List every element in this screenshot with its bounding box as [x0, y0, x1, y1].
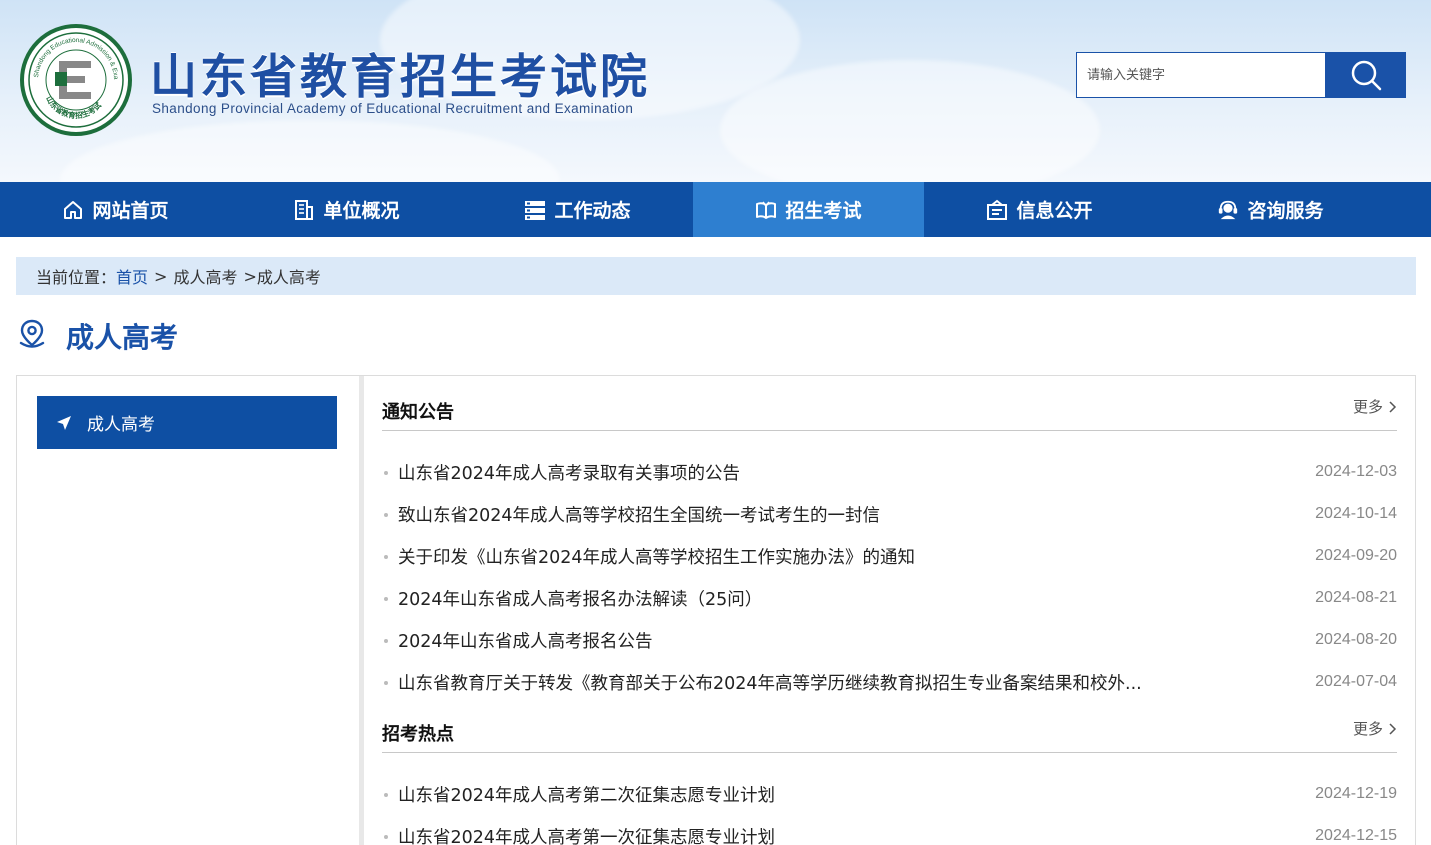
- site-subtitle: Shandong Provincial Academy of Education…: [152, 101, 634, 116]
- sidebar: 成人高考: [17, 376, 359, 845]
- nav-item-label: 招生考试: [785, 200, 862, 222]
- headset-icon: [1217, 199, 1239, 221]
- bullet-dot: [384, 555, 388, 559]
- chevron-right-icon: [1387, 400, 1397, 414]
- info-box-icon: [986, 199, 1008, 221]
- chevron-right-icon: [1387, 722, 1397, 736]
- list-item[interactable]: 致山东省2024年成人高等学校招生全国统一考试考生的一封信 2024-10-14: [382, 493, 1397, 535]
- bullet-dot: [384, 597, 388, 601]
- nav-item-admission-exam[interactable]: 招生考试: [693, 182, 924, 237]
- news-date: 2024-09-20: [1315, 547, 1397, 564]
- nav-item-label: 咨询服务: [1247, 200, 1324, 222]
- bullet-dot: [384, 639, 388, 643]
- section-header: 通知公告 更多: [382, 376, 1397, 431]
- site-title: 山东省教育招生考试院: [150, 50, 650, 105]
- site-header: Shandong Educational Admission & Examina…: [0, 0, 1431, 182]
- more-label: 更多: [1352, 398, 1383, 416]
- news-title[interactable]: 山东省2024年成人高考第二次征集志愿专业计划: [398, 782, 775, 807]
- news-date: 2024-08-21: [1315, 589, 1397, 606]
- section-notices: 通知公告 更多 山东省2024年成人高考录取有关事项的公告 2024-12-03 …: [382, 376, 1397, 703]
- news-title[interactable]: 山东省2024年成人高考第一次征集志愿专业计划: [398, 824, 775, 845]
- book-icon: [755, 199, 777, 221]
- section-title: 招考热点: [382, 724, 454, 745]
- news-title[interactable]: 关于印发《山东省2024年成人高等学校招生工作实施办法》的通知: [398, 544, 915, 569]
- news-date: 2024-10-14: [1315, 505, 1397, 522]
- news-date: 2024-12-03: [1315, 463, 1397, 480]
- nav-item-label: 单位概况: [323, 200, 400, 222]
- header-cloud-decoration: [720, 60, 1100, 182]
- news-date: 2024-08-20: [1315, 631, 1397, 648]
- breadcrumb-home-link[interactable]: 首页: [116, 264, 148, 288]
- location-pin-icon: [16, 318, 48, 354]
- breadcrumb-separator: >: [154, 266, 168, 286]
- news-title[interactable]: 山东省教育厅关于转发《教育部关于公布2024年高等学历继续教育拟招生专业备案结果…: [398, 670, 1142, 695]
- nav-item-info-disclosure[interactable]: 信息公开: [924, 182, 1155, 237]
- search-button[interactable]: [1326, 52, 1406, 98]
- more-link[interactable]: 更多: [1353, 718, 1397, 739]
- navigation-arrow-icon: [55, 414, 73, 432]
- search-icon: [1351, 60, 1382, 91]
- breadcrumb-level-2: 成人高考: [256, 268, 321, 287]
- section-hot-topics: 招考热点 更多 山东省2024年成人高考第二次征集志愿专业计划 2024-12-1…: [382, 698, 1397, 845]
- nav-item-label: 信息公开: [1016, 200, 1093, 222]
- list-item[interactable]: 山东省教育厅关于转发《教育部关于公布2024年高等学历继续教育拟招生专业备案结果…: [382, 661, 1397, 703]
- news-date: 2024-07-04: [1315, 673, 1397, 690]
- nav-item-consultation[interactable]: 咨询服务: [1155, 182, 1386, 237]
- news-date: 2024-12-19: [1315, 785, 1397, 802]
- section-header: 招考热点 更多: [382, 698, 1397, 753]
- sidebar-item-adult-exam[interactable]: 成人高考: [37, 396, 337, 449]
- news-list: 山东省2024年成人高考录取有关事项的公告 2024-12-03 致山东省2024…: [382, 451, 1397, 703]
- list-item[interactable]: 山东省2024年成人高考第一次征集志愿专业计划 2024-12-15: [382, 815, 1397, 845]
- list-item[interactable]: 山东省2024年成人高考第二次征集志愿专业计划 2024-12-19: [382, 773, 1397, 815]
- breadcrumb-separator: >: [243, 266, 257, 286]
- bullet-dot: [384, 835, 388, 839]
- search-box: [1076, 52, 1406, 98]
- list-item[interactable]: 山东省2024年成人高考录取有关事项的公告 2024-12-03: [382, 451, 1397, 493]
- page-title: 成人高考: [66, 321, 179, 354]
- main-content: 通知公告 更多 山东省2024年成人高考录取有关事项的公告 2024-12-03 …: [382, 376, 1397, 845]
- news-title[interactable]: 2024年山东省成人高考报名公告: [398, 628, 653, 653]
- section-title: 通知公告: [382, 402, 454, 423]
- list-item[interactable]: 2024年山东省成人高考报名公告 2024-08-20: [382, 619, 1397, 661]
- breadcrumb: 当前位置： 首页 > 成人高考 > 成人高考: [16, 257, 1416, 295]
- nav-item-label: 网站首页: [92, 200, 169, 222]
- home-icon: [62, 199, 84, 221]
- bullet-dot: [384, 513, 388, 517]
- news-date: 2024-12-15: [1315, 827, 1397, 844]
- more-link[interactable]: 更多: [1353, 396, 1397, 417]
- more-label: 更多: [1352, 720, 1383, 738]
- bullet-dot: [384, 471, 388, 475]
- main-nav: 网站首页 单位概况 工作动态 招生考试 信息公开 咨询服务: [0, 182, 1431, 237]
- content-frame: 成人高考 通知公告 更多 山东省2024年成人高考录取有关事项的公告 2024-1…: [16, 375, 1416, 845]
- list-icon: [524, 199, 546, 221]
- page-title-bar: 成人高考: [16, 316, 178, 356]
- breadcrumb-prefix: 当前位置：: [36, 268, 117, 287]
- building-icon: [293, 199, 315, 221]
- list-item[interactable]: 2024年山东省成人高考报名办法解读（25问） 2024-08-21: [382, 577, 1397, 619]
- news-title[interactable]: 致山东省2024年成人高等学校招生全国统一考试考生的一封信: [398, 502, 880, 527]
- search-input[interactable]: [1076, 52, 1326, 98]
- nav-item-news[interactable]: 工作动态: [462, 182, 693, 237]
- bullet-dot: [384, 681, 388, 685]
- news-title[interactable]: 山东省2024年成人高考录取有关事项的公告: [398, 460, 740, 485]
- sidebar-divider: [359, 376, 364, 845]
- breadcrumb-level-1[interactable]: 成人高考: [173, 264, 237, 288]
- news-title[interactable]: 2024年山东省成人高考报名办法解读（25问）: [398, 586, 762, 611]
- nav-item-home[interactable]: 网站首页: [0, 182, 231, 237]
- news-list: 山东省2024年成人高考第二次征集志愿专业计划 2024-12-19 山东省202…: [382, 773, 1397, 845]
- sidebar-item-label: 成人高考: [87, 415, 155, 435]
- header-cloud-decoration: [60, 120, 560, 182]
- site-logo[interactable]: Shandong Educational Admission & Examina…: [20, 24, 132, 136]
- list-item[interactable]: 关于印发《山东省2024年成人高等学校招生工作实施办法》的通知 2024-09-2…: [382, 535, 1397, 577]
- logo-emblem-icon: Shandong Educational Admission & Examina…: [24, 28, 124, 128]
- nav-item-about[interactable]: 单位概况: [231, 182, 462, 237]
- bullet-dot: [384, 793, 388, 797]
- nav-item-label: 工作动态: [554, 200, 631, 222]
